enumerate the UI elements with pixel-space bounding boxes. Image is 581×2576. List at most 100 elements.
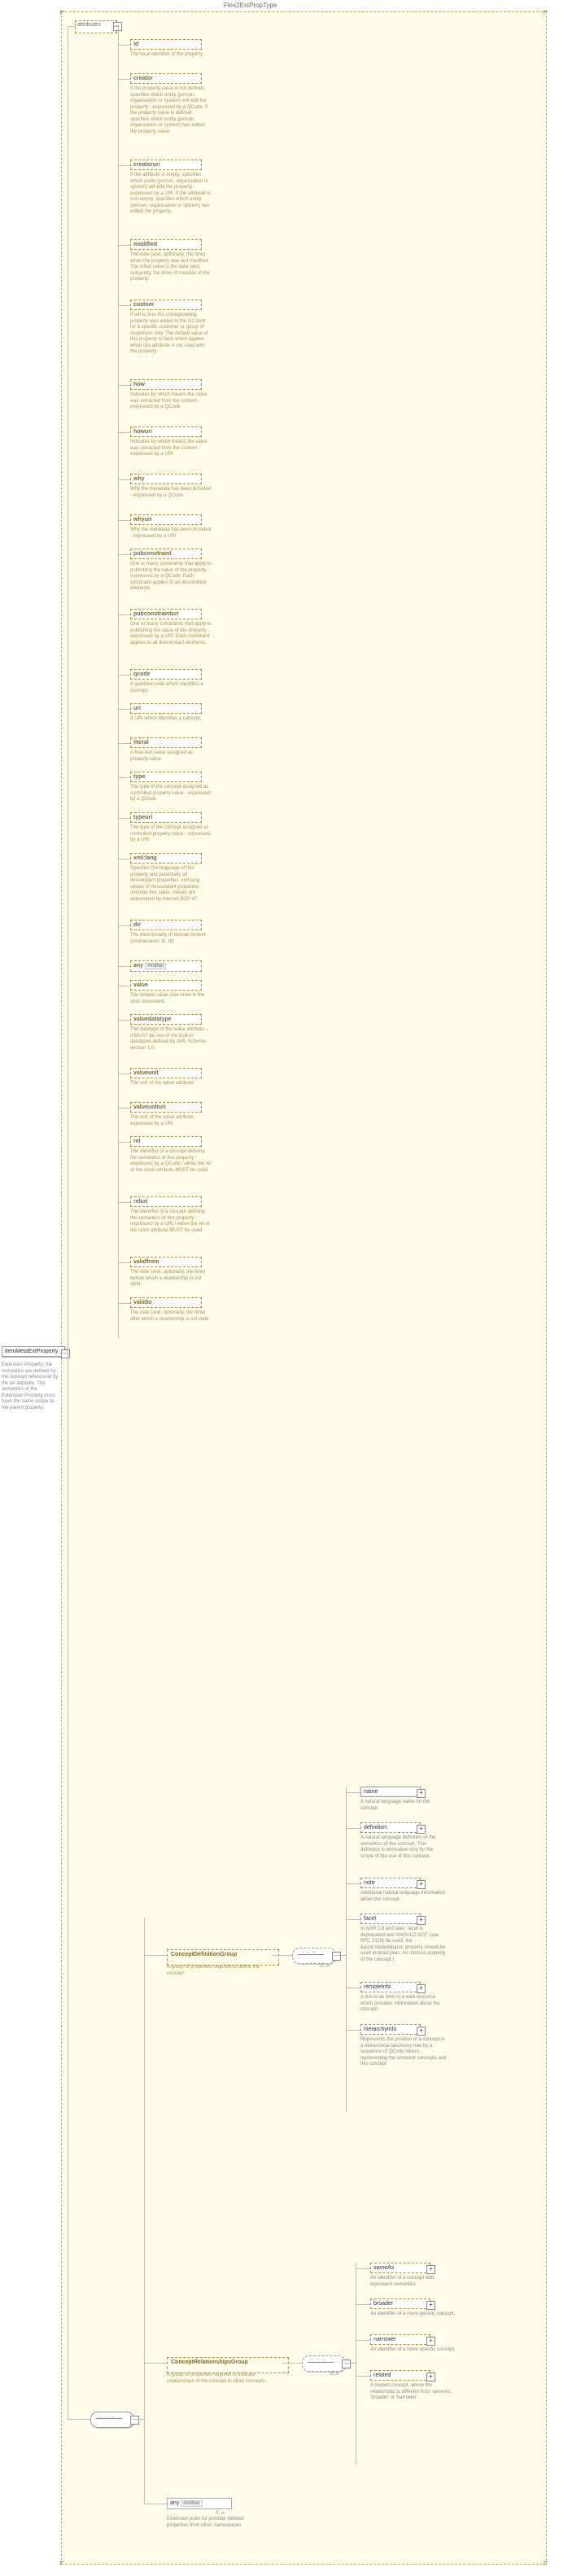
cardinality: 0..∞	[216, 2511, 225, 2516]
element-desc: An identifier of a more generic concept.	[370, 2311, 456, 2318]
attribute-desc: The related value (see more in the spec …	[130, 993, 212, 1005]
attribute-validto: validto	[130, 1297, 202, 1308]
expand-icon[interactable]: +	[417, 1825, 426, 1834]
expand-icon[interactable]: +	[417, 2027, 426, 2036]
expand-icon[interactable]: +	[426, 2373, 435, 2381]
attribute-any_other: any ##other	[130, 960, 202, 972]
element-related[interactable]: related+	[370, 2370, 430, 2381]
cardinality: 0..∞	[321, 1964, 330, 1969]
group-concept-definition[interactable]: ConceptDefinitionGroup	[167, 1949, 279, 1966]
sequence-connector[interactable]: −	[302, 2355, 346, 2372]
group-desc: A group of properites required to indica…	[167, 2373, 281, 2385]
attribute-desc: Indicates by which means the value was e…	[130, 392, 212, 411]
attribute-typeuri: typeuri	[130, 812, 202, 823]
attribute-desc: The date (and, optionally, the time) bef…	[130, 1270, 212, 1288]
attribute-pubconstraint: pubconstraint	[130, 549, 202, 559]
attribute-creator: creator	[130, 73, 202, 84]
root-element-label: itemMetaExtProperty	[5, 1349, 58, 1354]
attribute-desc: One or many constraints that apply to pu…	[130, 562, 212, 593]
attribute-desc: The datatype of the value attribute – it…	[130, 1027, 212, 1052]
attribute-qcode: qcode	[130, 669, 202, 680]
expand-icon[interactable]: +	[426, 2301, 435, 2310]
attribute-valueunit: valueunit	[130, 1068, 202, 1078]
expand-icon[interactable]: +	[426, 2265, 435, 2274]
attribute-desc: The date (and, optionally, the time) aft…	[130, 1310, 212, 1323]
attribute-custom: custom	[130, 300, 202, 310]
attribute-reluri: reluri	[130, 1196, 202, 1207]
expand-icon[interactable]: +	[417, 1984, 426, 1993]
attribute-creatoruri: creatoruri	[130, 160, 202, 170]
element-sameAs[interactable]: sameAs+	[370, 2263, 430, 2273]
element-desc: A related concept, where the relationshi…	[370, 2383, 456, 2402]
attribute-desc: The type of the concept assigned as cont…	[130, 825, 212, 844]
group-desc: A group of properites required to define…	[167, 1965, 273, 1977]
cardinality: 0..∞	[330, 2372, 339, 2377]
attribute-uri: uri	[130, 703, 202, 714]
root-element-desc: Extension Property; the semantics are de…	[2, 1362, 59, 1411]
expand-icon[interactable]: +	[417, 1916, 426, 1925]
element-facet[interactable]: facet+	[360, 1913, 421, 1924]
attribute-desc: The identifier of a concept defining the…	[130, 1209, 212, 1234]
attribute-desc: The local identifier of the property.	[130, 52, 212, 59]
attribute-rel: rel	[130, 1136, 202, 1147]
attribute-pubconstrainturi: pubconstrainturi	[130, 609, 202, 619]
sequence-connector[interactable]: −	[90, 2412, 134, 2428]
wildcard-any: any ##other	[167, 2498, 232, 2509]
attribute-why: why	[130, 474, 202, 484]
attribute-how: how	[130, 379, 202, 390]
attribute-literal: literal	[130, 737, 202, 748]
attribute-xml:lang: xml:lang	[130, 853, 202, 864]
element-desc: Represents the position of a concept in …	[360, 2037, 447, 2068]
attribute-value: value	[130, 980, 202, 991]
any-desc: Extension point for provider-defined pro…	[167, 2517, 248, 2529]
attribute-id: id	[130, 39, 202, 50]
expand-icon[interactable]: +	[417, 1789, 426, 1798]
attribute-validfrom: validfrom	[130, 1257, 202, 1267]
element-definition[interactable]: definition+	[360, 1822, 421, 1833]
any-namespace: ##other	[181, 2500, 202, 2507]
collapse-icon[interactable]: −	[61, 1349, 70, 1358]
attribute-desc: Indicates by which means the value was e…	[130, 440, 212, 458]
attribute-desc: The type of the concept assigned as cont…	[130, 785, 212, 803]
group-title: ConceptRelationshipsGroup	[171, 2360, 248, 2365]
any-keyword: any	[170, 2500, 179, 2506]
attribute-desc: If the property value is not defined, sp…	[130, 86, 212, 135]
element-broader[interactable]: broader+	[370, 2298, 430, 2309]
attributes-label: attributes	[77, 22, 101, 28]
attribute-desc: A qualified code which identifies a conc…	[130, 682, 212, 694]
attribute-dir: dir	[130, 920, 202, 930]
attribute-desc: The unit of the value attribute.	[130, 1081, 212, 1087]
expand-icon[interactable]: +	[426, 2337, 435, 2346]
attribute-desc: The unit of the value attribute - expres…	[130, 1115, 212, 1127]
element-name[interactable]: name+	[360, 1787, 421, 1797]
element-desc: In NAR 1.8 and later: facet is deprecate…	[360, 1927, 447, 1963]
attribute-desc: One or many constraints that apply to pu…	[130, 622, 212, 646]
attribute-desc: The directionality of textual content (e…	[130, 933, 212, 945]
attribute-desc: The date (and, optionally, the time) whe…	[130, 252, 212, 283]
group-concept-relationships[interactable]: ConceptRelationshipsGroup	[167, 2357, 289, 2373]
element-desc: An identifier of a more specific concept…	[370, 2347, 456, 2354]
expand-icon[interactable]: +	[417, 1880, 426, 1889]
element-note[interactable]: note+	[360, 1878, 421, 1888]
sequence-connector[interactable]: −	[292, 1948, 336, 1964]
attribute-desc: Why the metadata has been included - exp…	[130, 527, 212, 540]
attribute-desc: Specifies the language of this property …	[130, 866, 212, 903]
attribute-desc: The identifier of a concept defining the…	[130, 1149, 212, 1174]
attribute-howuri: howuri	[130, 426, 202, 437]
attributes-box[interactable]: attributes −	[75, 20, 117, 33]
element-remoteInfo[interactable]: remoteInfo+	[360, 1982, 421, 1992]
root-element[interactable]: itemMetaExtProperty −	[2, 1346, 65, 1357]
element-desc: A link to an item or a web resource whic…	[360, 1995, 447, 2014]
element-desc: Additional natural language information …	[360, 1891, 447, 1903]
attribute-modified: modified	[130, 239, 202, 250]
element-hierarchyInfo[interactable]: hierarchyInfo+	[360, 2024, 421, 2035]
element-narrower[interactable]: narrower+	[370, 2334, 430, 2345]
group-title: ConceptDefinitionGroup	[171, 1952, 237, 1957]
attribute-desc: If set to true the corresponding propert…	[130, 313, 212, 356]
element-desc: A natural language name for the concept.	[360, 1800, 447, 1812]
collapse-icon[interactable]: −	[342, 2360, 351, 2368]
attribute-valuedatatype: valuedatatype	[130, 1014, 202, 1025]
collapse-icon[interactable]: −	[332, 1952, 341, 1961]
attribute-desc: A URI which identifies a concept.	[130, 716, 212, 723]
collapse-icon[interactable]: −	[130, 2416, 139, 2425]
